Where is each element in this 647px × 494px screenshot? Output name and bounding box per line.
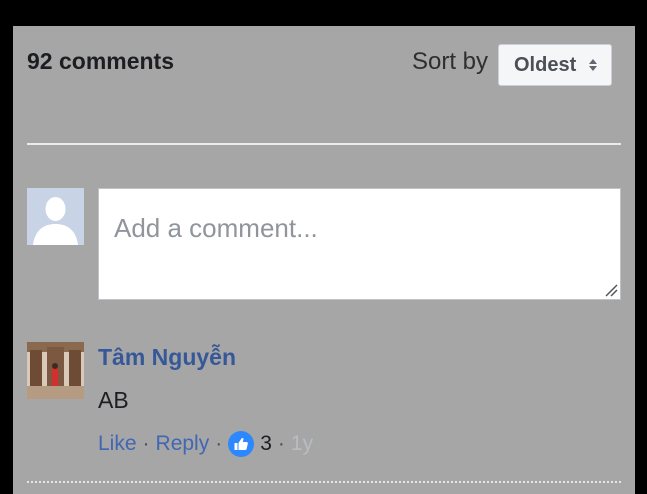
comment-divider <box>27 481 621 483</box>
comment-author[interactable]: Tâm Nguyễn <box>98 344 236 371</box>
comment-count: 92 comments <box>27 48 175 74</box>
separator-dot: · <box>215 432 223 455</box>
comment-input[interactable]: Add a comment... <box>98 188 621 300</box>
like-link[interactable]: Like <box>98 432 137 456</box>
like-count: 3 <box>260 432 272 455</box>
sort-select[interactable]: Oldest <box>498 44 612 86</box>
sort-selected-value: Oldest <box>514 53 577 76</box>
separator-dot: · <box>142 432 150 455</box>
default-avatar-icon <box>27 188 84 245</box>
separator-dot: · <box>277 432 285 455</box>
comment-timestamp[interactable]: 1y <box>291 432 313 456</box>
reply-link[interactable]: Reply <box>156 432 210 456</box>
sort-updown-icon <box>589 59 597 71</box>
comments-plugin: 92 comments Sort by Oldest Add a comment… <box>13 26 635 494</box>
commenter-avatar[interactable] <box>27 342 84 399</box>
header-divider <box>27 143 621 145</box>
comment-placeholder: Add a comment... <box>114 213 318 243</box>
resize-grip-icon[interactable] <box>604 283 618 297</box>
comment-text: AB <box>98 387 129 413</box>
comment-actions: Like · Reply · 3 · 1y <box>98 431 313 457</box>
sort-label: Sort by <box>412 48 489 75</box>
thumbs-up-icon <box>228 431 255 457</box>
